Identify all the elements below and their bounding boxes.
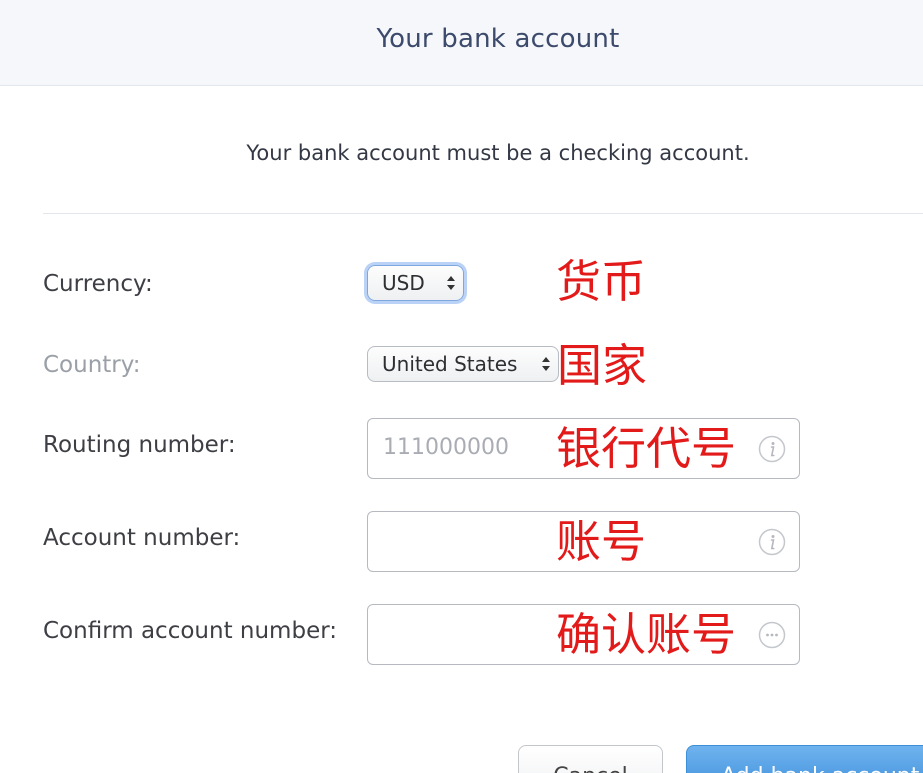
- modal-title: Your bank account: [376, 24, 620, 54]
- account-number-label: Account number:: [43, 525, 241, 551]
- country-label: Country:: [43, 352, 141, 378]
- confirm-account-number-label: Confirm account number:: [43, 618, 338, 644]
- routing-number-placeholder: 111000000: [383, 435, 509, 460]
- confirm-account-number-annotation: 确认账号: [556, 608, 737, 661]
- add-bank-account-button[interactable]: Add bank account: [686, 745, 923, 773]
- section-divider: [43, 213, 923, 214]
- bank-account-modal: Your bank account Your bank account must…: [0, 0, 923, 773]
- modal-header: Your bank account: [0, 0, 923, 86]
- currency-select[interactable]: USD: [367, 265, 464, 301]
- info-icon[interactable]: [758, 435, 786, 463]
- currency-annotation: 货币: [556, 255, 647, 308]
- more-icon[interactable]: [758, 621, 786, 649]
- country-select[interactable]: United States: [367, 346, 559, 382]
- select-arrows-icon: [447, 276, 455, 290]
- checking-account-notice: Your bank account must be a checking acc…: [246, 141, 750, 165]
- account-number-annotation: 账号: [556, 515, 647, 568]
- currency-select-value: USD: [382, 271, 425, 295]
- routing-number-label: Routing number:: [43, 432, 236, 458]
- country-annotation: 国家: [557, 339, 648, 392]
- cancel-button[interactable]: Cancel: [518, 745, 663, 773]
- select-arrows-icon: [542, 357, 550, 371]
- routing-number-annotation: 银行代号: [556, 422, 737, 475]
- info-icon[interactable]: [758, 528, 786, 556]
- cancel-button-label: Cancel: [553, 764, 628, 773]
- currency-label: Currency:: [43, 271, 153, 297]
- country-select-value: United States: [382, 352, 518, 376]
- add-bank-account-button-label: Add bank account: [721, 764, 919, 773]
